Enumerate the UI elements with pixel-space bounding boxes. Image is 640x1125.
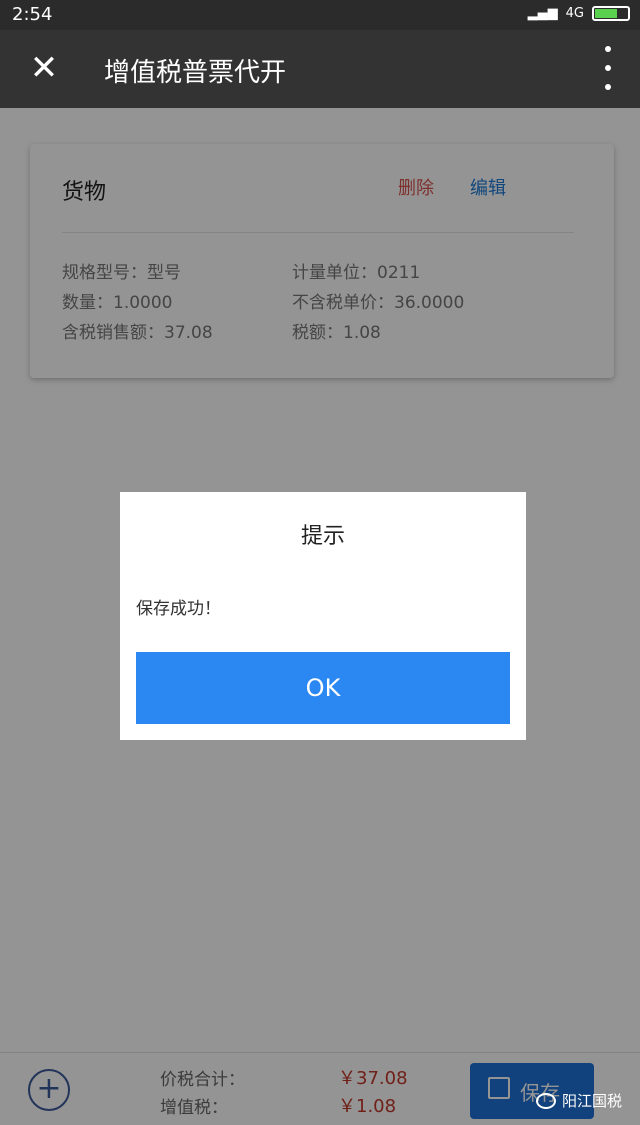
- alert-dialog: 提示 保存成功！ OK: [120, 492, 526, 740]
- more-menu-icon[interactable]: [600, 46, 616, 90]
- ok-button[interactable]: OK: [136, 652, 510, 724]
- close-icon[interactable]: ✕: [24, 48, 64, 88]
- signal-icon: ▂▄▆: [527, 6, 558, 21]
- status-time: 2:54: [12, 4, 53, 25]
- status-bar: 2:54 ▂▄▆ 4G: [0, 0, 640, 30]
- dialog-title: 提示: [300, 524, 345, 549]
- page-title: 增值税普票代开: [104, 58, 287, 88]
- network-type: 4G: [565, 6, 584, 21]
- app-bar: ✕ 增值税普票代开: [0, 30, 640, 108]
- dialog-message: 保存成功！: [136, 599, 221, 619]
- battery-icon: [592, 6, 630, 21]
- watermark: 阳江国税: [535, 1090, 622, 1111]
- status-icons: ▂▄▆ 4G: [528, 6, 630, 21]
- wechat-icon: [535, 1092, 556, 1109]
- watermark-text: 阳江国税: [561, 1092, 622, 1110]
